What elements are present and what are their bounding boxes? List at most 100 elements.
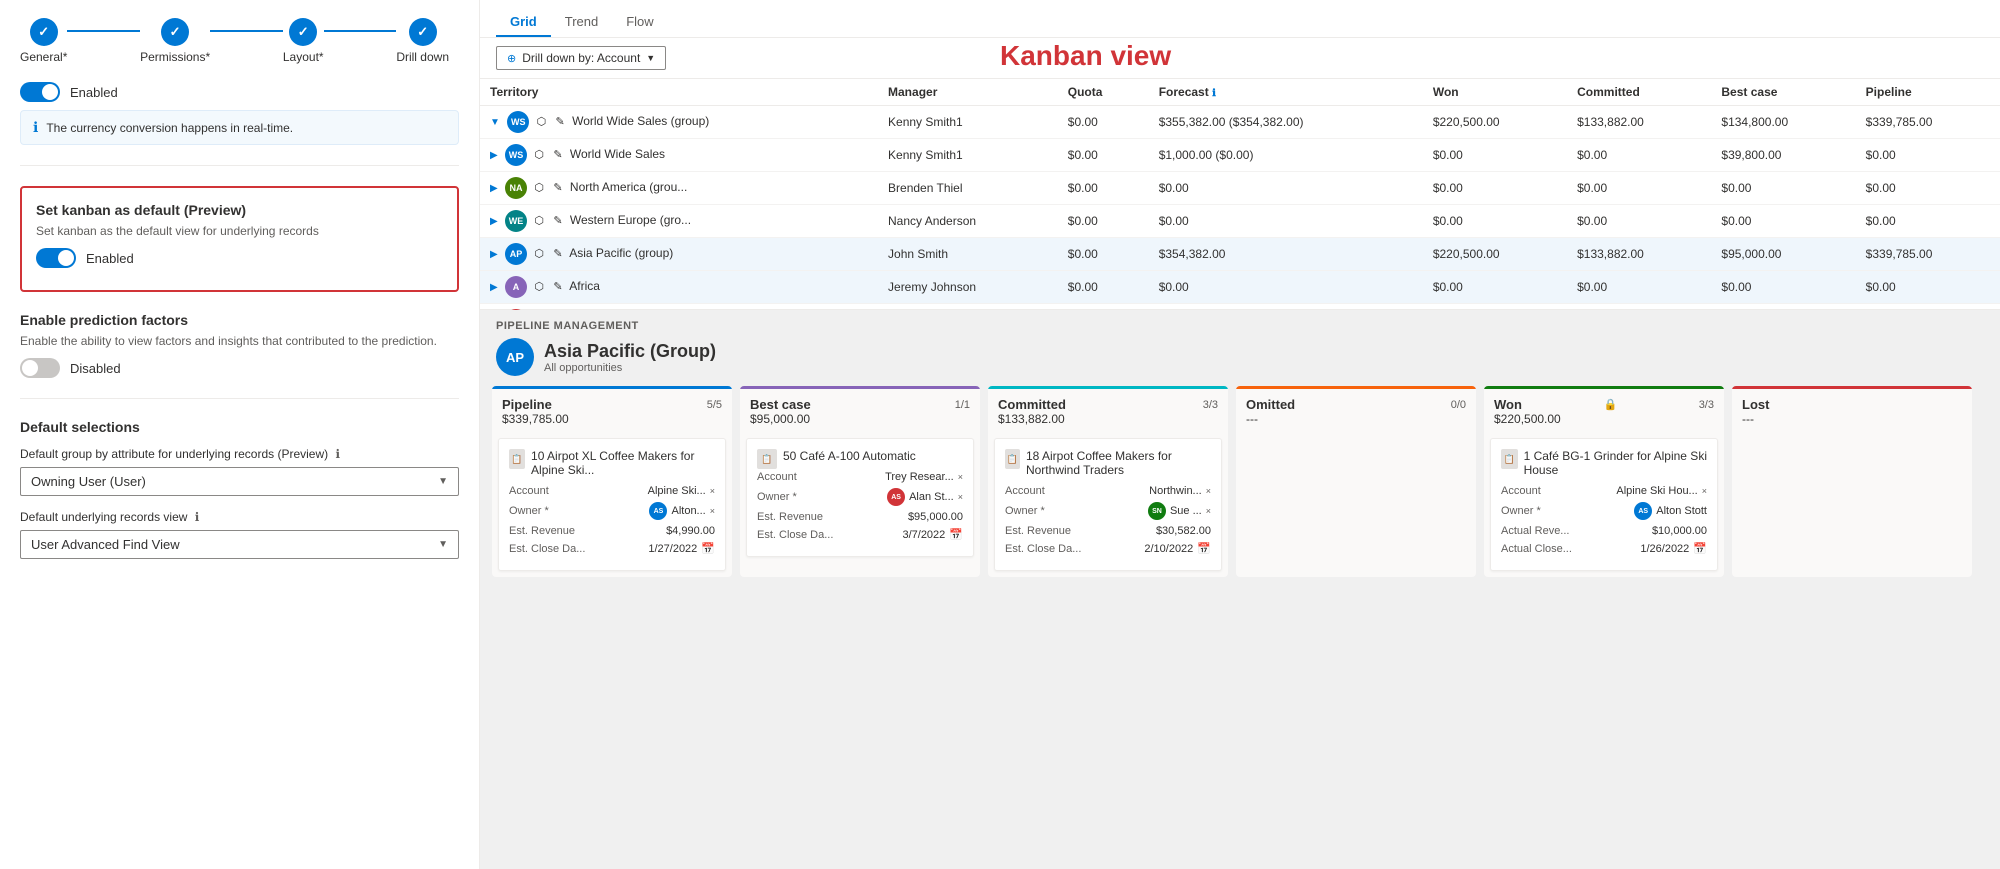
quota-cell: $0.00 [1058, 238, 1149, 271]
remove-owner-icon[interactable]: × [1206, 506, 1211, 516]
kanban-toggle-row: Enabled [36, 248, 443, 268]
kanban-box-desc: Set kanban as the default view for under… [36, 224, 443, 238]
owner-avatar: AS [649, 502, 667, 520]
step-line-2 [210, 30, 283, 32]
calendar-icon[interactable]: 📅 [949, 528, 963, 541]
column-name: Committed [998, 397, 1066, 412]
step-drilldown: ✓ Drill down [396, 18, 449, 64]
quota-cell: $0.00 [1058, 205, 1149, 238]
kanban-default-box: Set kanban as default (Preview) Set kanb… [20, 186, 459, 292]
link-icon[interactable]: ⬡ [537, 116, 547, 128]
card-account: Account Alpine Ski... × [509, 485, 715, 497]
defaults-title: Default selections [20, 419, 459, 435]
card-owner: Owner * SN Sue ... × [1005, 502, 1211, 520]
card-title: 18 Airpot Coffee Makers for Northwind Tr… [1026, 449, 1211, 477]
table-row: ▶ NA ⬡ ✎ North America (grou... [480, 172, 878, 205]
calendar-icon[interactable]: 📅 [701, 542, 715, 555]
expand-icon[interactable]: ▶ [490, 150, 498, 161]
remove-owner-icon[interactable]: × [710, 506, 715, 516]
card-est-close: Est. Close Da... 3/7/2022 📅 [757, 528, 963, 541]
remove-icon[interactable]: × [710, 486, 715, 496]
kanban-card: 📋 18 Airpot Coffee Makers for Northwind … [994, 438, 1222, 571]
edit-icon[interactable]: ✎ [553, 281, 562, 293]
edit-icon[interactable]: ✎ [553, 182, 562, 194]
col-quota: Quota [1058, 79, 1149, 106]
card-actual-revenue: Actual Reve... $10,000.00 [1501, 525, 1707, 537]
enabled-toggle[interactable] [20, 82, 60, 102]
avatar: A [505, 276, 527, 298]
link-icon[interactable]: ⬡ [534, 215, 544, 227]
edit-icon[interactable]: ✎ [553, 149, 562, 161]
expand-icon[interactable]: ▶ [490, 216, 498, 227]
drill-down-button[interactable]: ⊕ Drill down by: Account ▼ [496, 46, 666, 70]
group-dropdown[interactable]: Owning User (User) ▼ [20, 467, 459, 496]
card-icon: 📋 [509, 449, 525, 469]
link-icon[interactable]: ⬡ [534, 248, 544, 260]
view-dropdown[interactable]: User Advanced Find View ▼ [20, 530, 459, 559]
expand-icon[interactable]: ▶ [490, 249, 498, 260]
link-icon[interactable]: ⬡ [534, 182, 544, 194]
calendar-icon[interactable]: 📅 [1197, 542, 1211, 555]
manager-cell: Nancy Anderson [878, 205, 1058, 238]
remove-icon[interactable]: × [1206, 486, 1211, 496]
view-tabs: Grid Trend Flow [480, 0, 2000, 38]
column-header: Lost --- [1732, 386, 1972, 432]
step-label-layout: Layout* [283, 50, 324, 64]
group-field: Default group by attribute for underlyin… [20, 447, 459, 496]
kanban-toggle[interactable] [36, 248, 76, 268]
step-circle-layout: ✓ [289, 18, 317, 46]
data-table-container: Territory Manager Quota Forecast ℹ Won C… [480, 79, 2000, 337]
expand-icon[interactable]: ▶ [490, 183, 498, 194]
card-title: 50 Café A-100 Automatic [783, 449, 916, 463]
kanban-header: PIPELINE MANAGEMENT [480, 310, 2000, 338]
kanban-column: Pipeline 5/5 $339,785.00 📋 10 Airpot XL … [492, 386, 732, 577]
card-title: 1 Café BG-1 Grinder for Alpine Ski House [1524, 449, 1707, 477]
expand-icon[interactable]: ▶ [490, 282, 498, 293]
card-owner: Owner * AS Alton Stott [1501, 502, 1707, 520]
col-count: 1/1 [955, 399, 970, 411]
link-icon[interactable]: ⬡ [534, 281, 544, 293]
card-icon: 📋 [1005, 449, 1020, 469]
best-case-cell: $134,800.00 [1711, 106, 1855, 139]
tab-grid[interactable]: Grid [496, 8, 551, 37]
won-cell: $0.00 [1423, 271, 1567, 304]
tab-trend[interactable]: Trend [551, 8, 612, 37]
card-est-revenue: Est. Revenue $4,990.00 [509, 525, 715, 537]
kanban-box-title: Set kanban as default (Preview) [36, 202, 443, 218]
column-header: Pipeline 5/5 $339,785.00 [492, 386, 732, 432]
kanban-column: Won 🔒 3/3 $220,500.00 📋 1 Café BG-1 Grin… [1484, 386, 1724, 577]
remove-owner-icon[interactable]: × [958, 492, 963, 502]
table-area: Grid Trend Flow ⊕ Drill down by: Account… [480, 0, 2000, 310]
enabled-toggle-row: Enabled [20, 82, 459, 102]
column-amount: --- [1246, 412, 1466, 426]
column-name: Pipeline [502, 397, 552, 412]
quota-cell: $0.00 [1058, 271, 1149, 304]
link-icon[interactable]: ⬡ [534, 149, 544, 161]
prediction-toggle[interactable] [20, 358, 60, 378]
edit-icon[interactable]: ✎ [553, 215, 562, 227]
column-name: Lost [1742, 397, 1769, 412]
remove-icon[interactable]: × [958, 472, 963, 482]
edit-icon[interactable]: ✎ [553, 248, 562, 260]
remove-icon[interactable]: × [1702, 486, 1707, 496]
best-case-cell: $0.00 [1711, 271, 1855, 304]
manager-cell: Jeremy Johnson [878, 271, 1058, 304]
forecast-cell: $0.00 [1149, 172, 1423, 205]
column-amount: $133,882.00 [998, 412, 1218, 426]
column-name: Best case [750, 397, 811, 412]
col-count: 5/5 [707, 399, 722, 411]
column-header: Committed 3/3 $133,882.00 [988, 386, 1228, 432]
avatar: AP [505, 243, 527, 265]
expand-icon[interactable]: ▼ [490, 117, 500, 128]
card-est-revenue: Est. Revenue $30,582.00 [1005, 525, 1211, 537]
quota-cell: $0.00 [1058, 139, 1149, 172]
best-case-cell: $0.00 [1711, 172, 1855, 205]
card-est-revenue: Est. Revenue $95,000.00 [757, 511, 963, 523]
manager-cell: John Smith [878, 238, 1058, 271]
step-circle-permissions: ✓ [161, 18, 189, 46]
calendar-icon[interactable]: 📅 [1693, 542, 1707, 555]
edit-icon[interactable]: ✎ [556, 116, 565, 128]
tab-flow[interactable]: Flow [612, 8, 667, 37]
kanban-group-subtitle: All opportunities [544, 362, 716, 374]
col-count: 3/3 [1699, 399, 1714, 411]
